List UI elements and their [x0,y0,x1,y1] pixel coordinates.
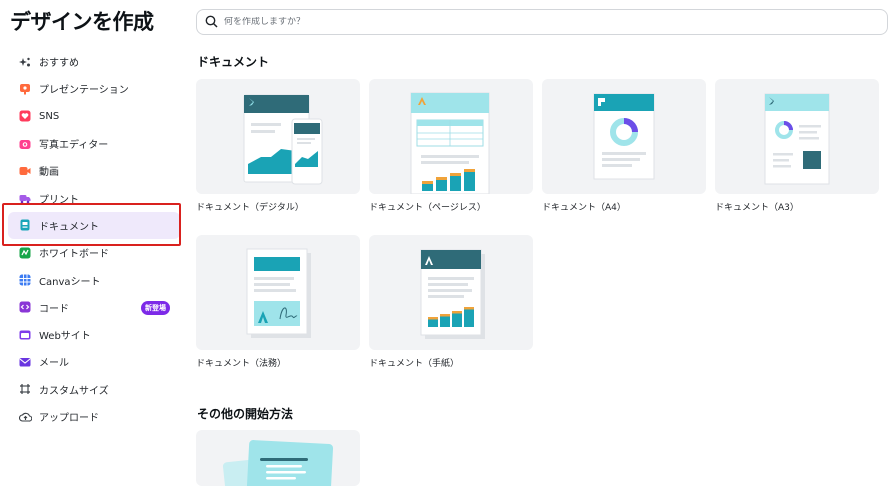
camera-icon [18,137,32,151]
template-card-document-a3[interactable]: ドキュメント（A3） [715,79,879,213]
sidebar-item-label: SNS [39,110,60,122]
section-title-other: その他の開始方法 [197,407,294,421]
sidebar-item-website[interactable]: Webサイト [8,321,180,348]
mail-icon [18,355,32,369]
sidebar-item-label: プレゼンテーション [39,85,129,97]
search-icon [205,13,218,32]
sidebar-item-label: メール [39,358,69,370]
truck-icon [18,191,32,205]
code-icon [18,300,32,314]
sidebar-item-upload[interactable]: アップロード [8,403,180,430]
card-thumbnail [369,79,533,194]
sidebar-item-label: コード [39,303,69,315]
card-thumbnail [369,235,533,350]
sidebar-item-custom-size[interactable]: カスタムサイズ [8,376,180,403]
card-thumbnail [542,79,706,194]
whiteboard-icon [18,246,32,260]
search-bar[interactable] [196,9,888,35]
card-label: ドキュメント（デジタル） [196,203,304,213]
sidebar-item-label: カスタムサイズ [39,385,109,397]
card-label: ドキュメント（ページレス） [369,203,486,213]
sheet-icon [18,273,32,287]
card-label: ドキュメント（法務） [196,359,287,369]
sidebar-item-label: ホワイトボード [39,249,109,261]
document-icon [18,218,32,232]
sidebar-item-sns[interactable]: SNS [8,103,180,130]
sidebar-item-label: おすすめ [39,58,79,70]
template-card-document-pageless[interactable]: ドキュメント（ページレス） [369,79,533,213]
card-label: ドキュメント（A3） [715,203,799,213]
custom-size-icon [18,382,32,396]
sidebar-item-presentation[interactable]: プレゼンテーション [8,75,180,102]
sidebar-item-label: ドキュメント [39,221,99,233]
new-badge: 新登場 [141,300,170,315]
sidebar-item-whiteboard[interactable]: ホワイトボード [8,239,180,266]
section-title-documents: ドキュメント [197,55,270,69]
sidebar: おすすめ プレゼンテーション SNS 写真エディター 動画 プリント ドキュメン… [8,48,180,430]
sidebar-item-email[interactable]: メール [8,348,180,375]
sidebar-item-video[interactable]: 動画 [8,157,180,184]
sidebar-item-label: Webサイト [39,331,91,343]
sidebar-item-label: プリント [39,194,79,206]
sidebar-item-recommended[interactable]: おすすめ [8,48,180,75]
sidebar-item-label: アップロード [39,413,99,424]
video-icon [18,164,32,178]
template-card-document-digital[interactable]: ドキュメント（デジタル） [196,79,360,213]
page-title: デザインを作成 [10,10,154,34]
card-label: ドキュメント（手紙） [369,359,460,369]
card-thumbnail [196,79,360,194]
sidebar-item-document[interactable]: ドキュメント [8,211,180,240]
heart-icon [18,109,32,123]
sidebar-item-canva-sheets[interactable]: Canvaシート [8,266,180,293]
template-card-document-letter[interactable]: ドキュメント（手紙） [369,235,533,369]
template-card-other-start[interactable] [196,430,360,486]
sidebar-item-label: 動画 [39,167,59,179]
sparkle-icon [18,55,32,69]
card-thumbnail [196,430,360,486]
upload-icon [18,410,32,424]
card-label: ドキュメント（A4） [542,203,626,213]
sidebar-item-print[interactable]: プリント [8,184,180,211]
template-card-document-a4[interactable]: ドキュメント（A4） [542,79,706,213]
sidebar-item-photo-editor[interactable]: 写真エディター [8,130,180,157]
card-thumbnail [715,79,879,194]
card-thumbnail [196,235,360,350]
presentation-icon [18,82,32,96]
template-card-document-legal[interactable]: ドキュメント（法務） [196,235,360,369]
sidebar-item-code[interactable]: コード 新登場 [8,294,180,321]
sidebar-item-label: 写真エディター [39,140,109,152]
website-icon [18,328,32,342]
sidebar-item-label: Canvaシート [39,276,101,288]
create-design-page: デザインを作成 おすすめ プレゼンテーション SNS 写真エディター 動画 プリ… [0,0,890,486]
search-input[interactable] [224,17,824,27]
